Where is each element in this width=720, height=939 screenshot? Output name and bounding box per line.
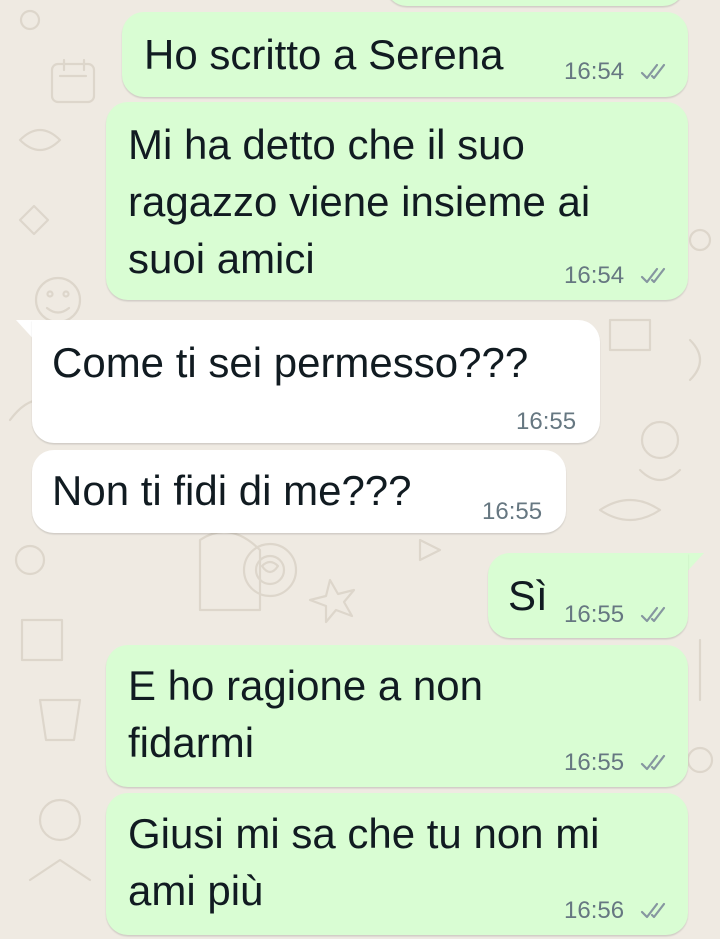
message-time: 16:54	[564, 58, 625, 85]
message-time: 16:55	[482, 498, 543, 525]
message-text-line: Giusi mi sa che tu non mi	[128, 810, 600, 857]
double-check-icon	[640, 754, 666, 771]
message-text-line: suoi amici	[128, 235, 315, 282]
message-bubble-outgoing[interactable]: Sì 16:55	[488, 553, 688, 638]
message-text-line: Mi ha detto che il suo	[128, 121, 525, 168]
double-check-icon	[640, 902, 666, 919]
message-text: Ho scritto a Serena	[144, 31, 504, 78]
previous-message-bubble[interactable]	[385, 0, 685, 6]
message-time: 16:55	[516, 408, 577, 435]
chat-panel[interactable]: Ho scritto a Serena 16:54 Mi ha detto ch…	[0, 0, 720, 939]
message-text-line: ragazzo viene insieme ai	[128, 178, 591, 225]
message-bubble-incoming[interactable]: Non ti fidi di me??? 16:55	[32, 450, 566, 533]
message-time: 16:54	[564, 262, 625, 289]
message-time: 16:56	[564, 897, 625, 924]
message-time: 16:55	[564, 749, 625, 776]
message-text-line: fidarmi	[128, 719, 255, 766]
message-bubble-outgoing[interactable]: E ho ragione a non fidarmi 16:55	[106, 645, 688, 787]
message-bubble-outgoing[interactable]: Mi ha detto che il suo ragazzo viene ins…	[106, 102, 688, 300]
double-check-icon	[640, 63, 666, 80]
message-bubble-outgoing[interactable]: Giusi mi sa che tu non mi ami più 16:56	[106, 793, 688, 935]
message-text: Non ti fidi di me???	[52, 467, 412, 514]
message-text: Come ti sei permesso???	[52, 339, 529, 386]
double-check-icon	[640, 267, 666, 284]
double-check-icon	[640, 606, 666, 623]
message-bubble-incoming[interactable]: Come ti sei permesso??? 16:55	[32, 320, 600, 443]
message-text-line: E ho ragione a non	[128, 662, 483, 709]
message-time: 16:55	[564, 601, 625, 628]
message-text: Sì	[508, 572, 548, 619]
message-bubble-outgoing[interactable]: Ho scritto a Serena 16:54	[122, 12, 688, 97]
message-text-line: ami più	[128, 867, 264, 914]
